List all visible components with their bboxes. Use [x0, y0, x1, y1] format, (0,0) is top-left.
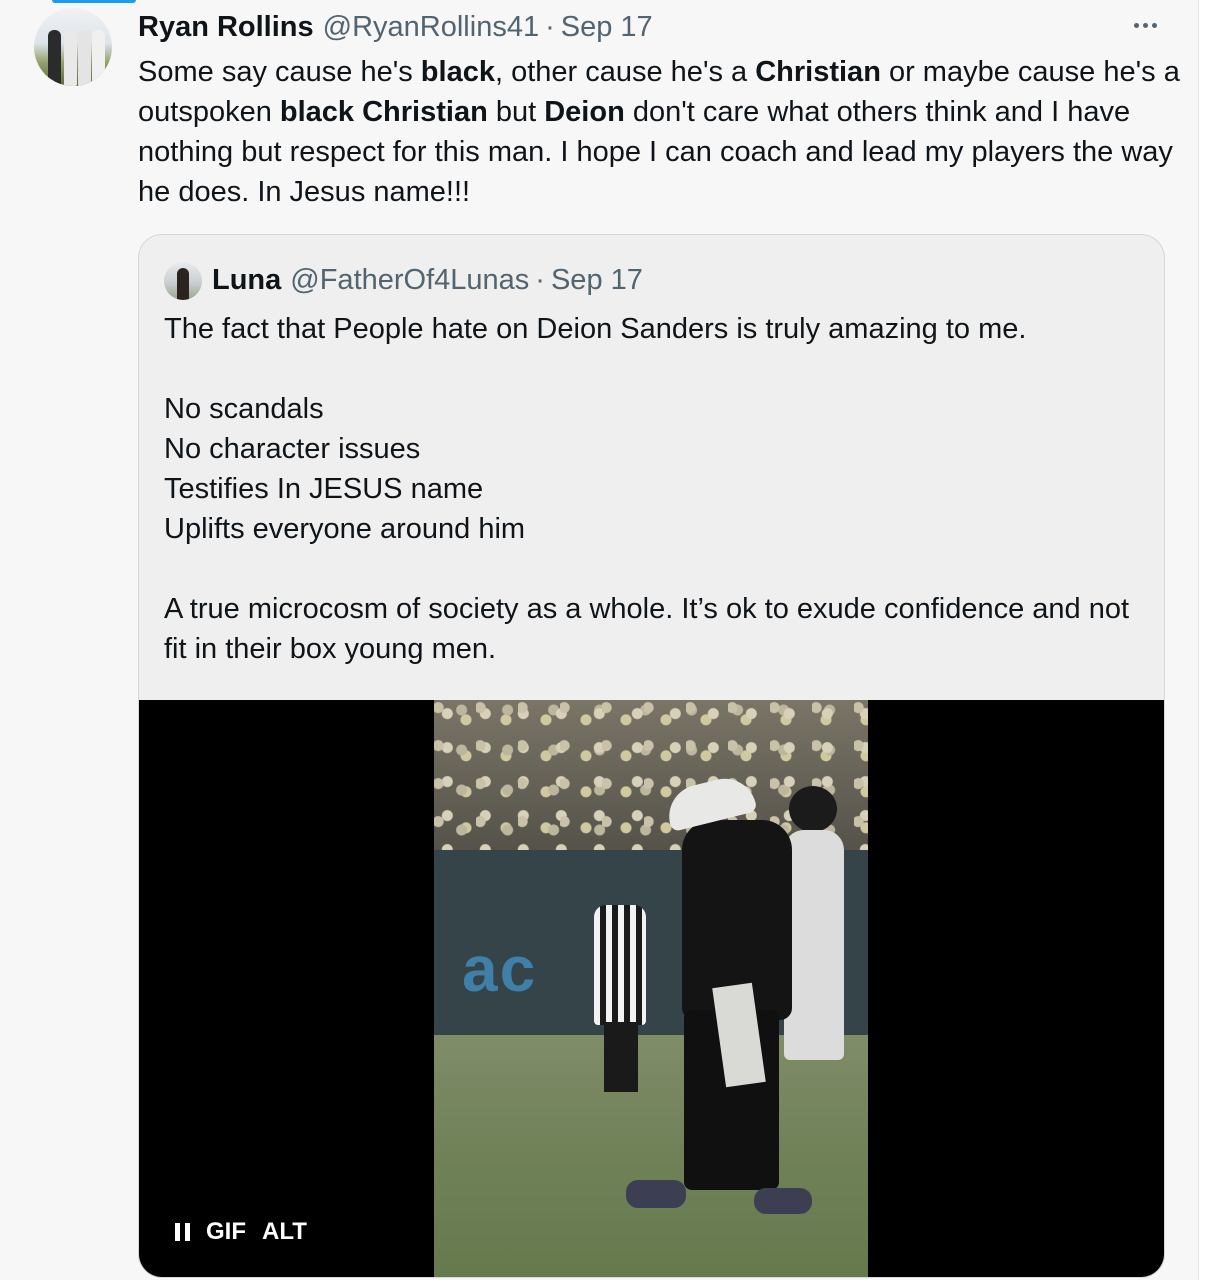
quoted-text-line: A true microcosm of society as a whole. … — [164, 593, 1130, 665]
coach-shoe — [754, 1188, 812, 1214]
text-segment: but — [487, 96, 545, 128]
quoted-tweet-text: The fact that People hate on Deion Sande… — [164, 309, 1134, 669]
author-name[interactable]: Ryan Rollins — [138, 11, 314, 44]
quoted-text-line — [164, 349, 1134, 389]
author-handle[interactable]: @RyanRollins41 — [323, 11, 539, 44]
pause-icon[interactable] — [175, 1223, 190, 1241]
gif-badge: GIF — [206, 1218, 246, 1245]
quoted-author-avatar[interactable] — [164, 262, 202, 300]
more-options-icon[interactable] — [1125, 10, 1165, 40]
player — [784, 830, 844, 1060]
gif-media[interactable]: ac GIF ALT — [139, 700, 1164, 1277]
tweet-header: Ryan Rollins @RyanRollins41 · Sep 17 — [138, 10, 653, 44]
quoted-text-line: Testifies In JESUS name — [164, 473, 484, 505]
wall-signage: ac — [462, 933, 538, 1005]
bold-text-segment: Christian — [755, 56, 881, 88]
bold-text-segment: black Christian — [279, 96, 488, 128]
tweet-card[interactable]: Ryan Rollins @RyanRollins41 · Sep 17 Som… — [0, 0, 1199, 1280]
text-segment: , other cause he's a — [494, 56, 756, 88]
avatar-figure — [177, 268, 189, 300]
quoted-text-line — [164, 549, 1134, 589]
separator: · — [545, 10, 555, 43]
quoted-text-line: No scandals — [164, 393, 324, 425]
referee — [594, 905, 646, 1025]
alt-button[interactable]: ALT — [262, 1218, 307, 1246]
quoted-author-name: Luna — [212, 263, 282, 296]
quoted-text-line: Uplifts everyone around him — [164, 513, 526, 545]
top-accent-bar — [52, 0, 136, 3]
bold-text-segment: Deion — [544, 96, 625, 128]
tweet-text: Some say cause he's black, other cause h… — [138, 52, 1183, 212]
player-helmet — [789, 786, 837, 832]
avatar-figure — [92, 30, 105, 86]
quoted-author-handle: @FatherOf4Lunas — [290, 263, 530, 296]
football-field — [434, 1035, 868, 1277]
author-avatar[interactable] — [34, 8, 112, 86]
quoted-tweet-header: Luna @FatherOf4Lunas · Sep 17 — [212, 263, 643, 297]
tweet-date[interactable]: Sep 17 — [561, 11, 653, 44]
quoted-text-line: The fact that People hate on Deion Sande… — [164, 313, 1027, 345]
referee-legs — [604, 1022, 638, 1092]
bold-text-segment: black — [420, 56, 495, 88]
quoted-tweet[interactable]: Luna @FatherOf4Lunas · Sep 17 The fact t… — [138, 234, 1165, 1278]
coach-shoe — [626, 1180, 686, 1208]
avatar-figure — [48, 30, 61, 86]
avatar-figure — [64, 30, 77, 86]
separator: · — [535, 263, 545, 296]
quoted-text-line: No character issues — [164, 433, 421, 465]
text-segment: Some say cause he's — [138, 56, 421, 88]
quoted-tweet-date: Sep 17 — [550, 263, 643, 296]
avatar-figure — [78, 30, 91, 86]
media-controls: GIF ALT — [175, 1217, 307, 1247]
gif-frame: ac — [434, 700, 868, 1277]
